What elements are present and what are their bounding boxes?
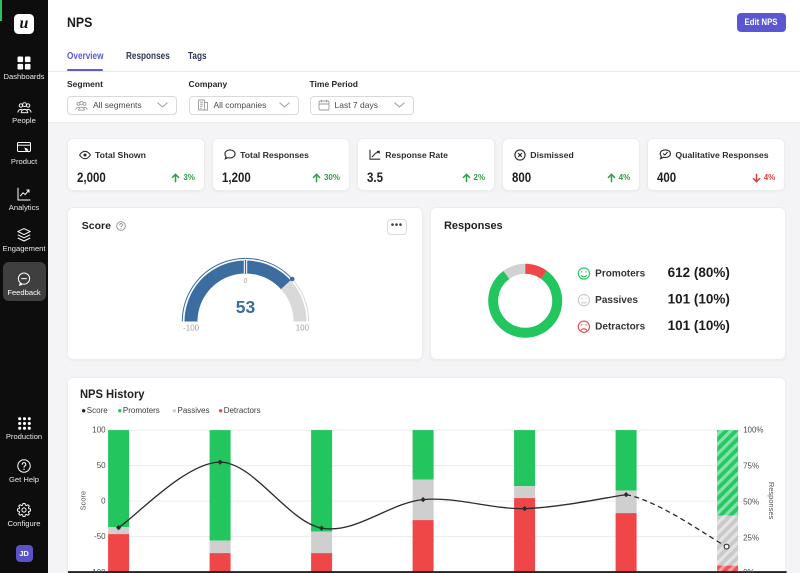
svg-text:101 (10%): 101 (10%) [667,318,729,333]
svg-text:53: 53 [235,297,255,317]
svg-text:0: 0 [102,497,107,506]
svg-text:-50: -50 [94,532,106,541]
svg-text:75%: 75% [743,462,759,471]
svg-text:50%: 50% [743,498,759,507]
svg-text:-100: -100 [183,323,200,332]
svg-text:Promoters: Promoters [595,268,645,279]
svg-text:101 (10%): 101 (10%) [667,291,729,306]
svg-text:-100: -100 [90,568,107,573]
svg-text:Passives: Passives [595,295,638,306]
svg-text:Responses: Responses [768,482,777,520]
svg-text:0%: 0% [743,568,755,573]
svg-text:Score: Score [79,491,88,511]
svg-text:25%: 25% [743,534,759,543]
svg-text:Detractors: Detractors [595,321,645,332]
svg-text:100: 100 [295,323,309,332]
svg-text:612 (80%): 612 (80%) [667,265,729,280]
svg-text:50: 50 [97,461,106,470]
svg-text:100%: 100% [743,426,763,435]
svg-text:0: 0 [243,278,247,285]
svg-text:100: 100 [93,426,107,435]
